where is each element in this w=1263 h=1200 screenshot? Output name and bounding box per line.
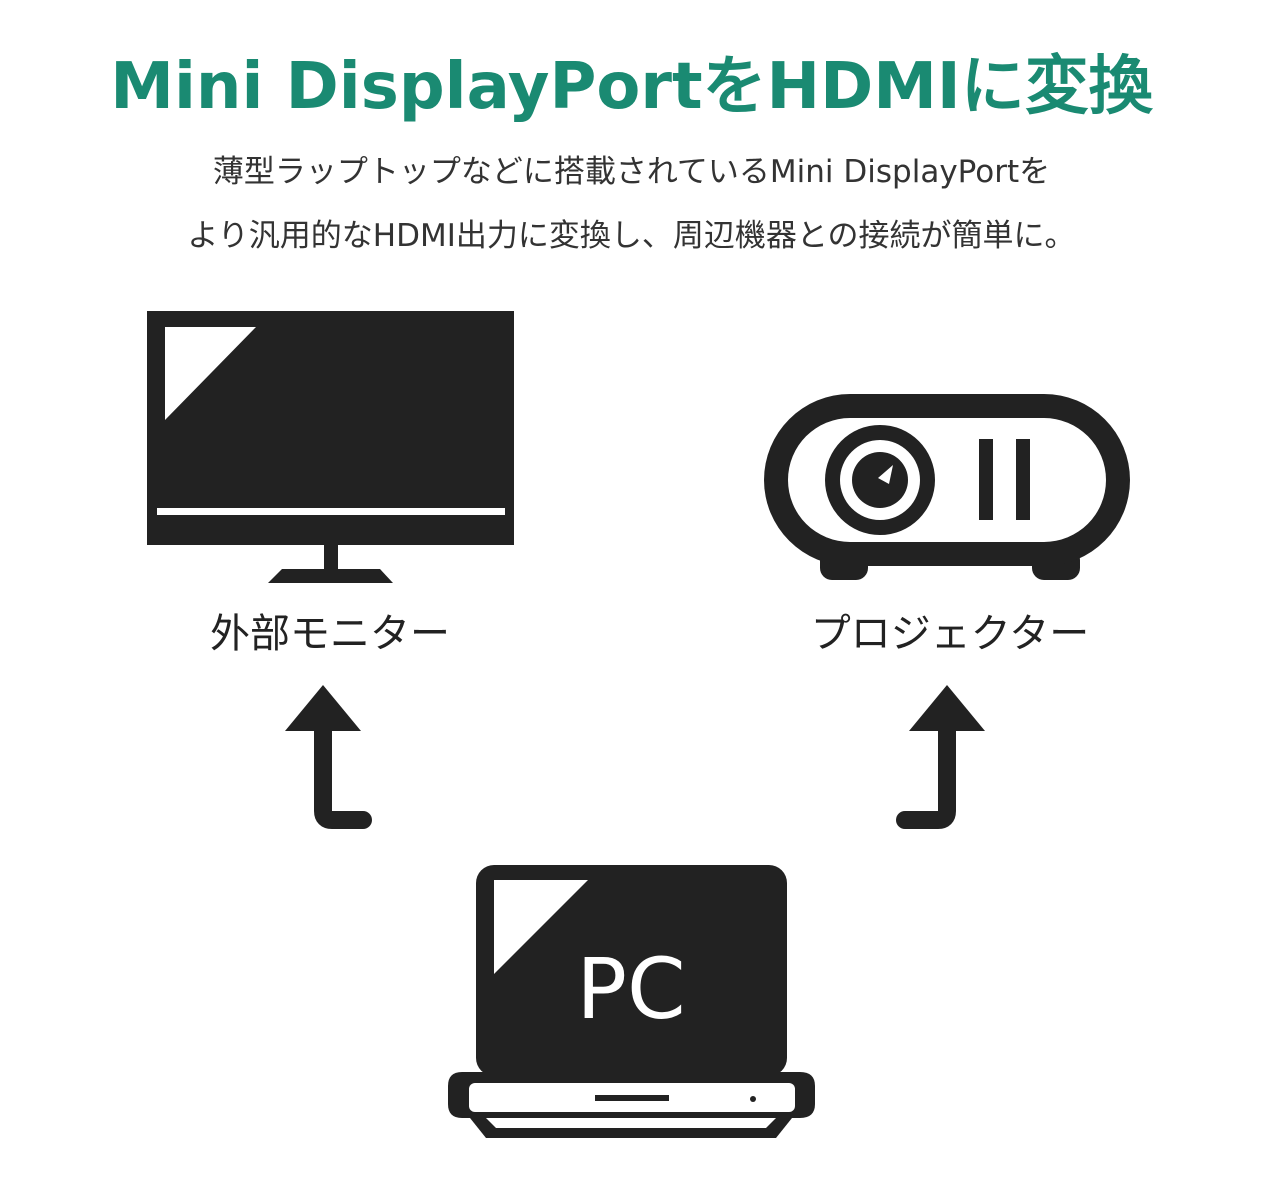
connection-diagram: PC bbox=[147, 311, 1130, 1138]
monitor-label: 外部モニター bbox=[210, 611, 450, 657]
arrow-up-icon bbox=[285, 685, 372, 829]
projector-label: プロジェクター bbox=[810, 611, 1090, 657]
laptop-icon: PC bbox=[448, 865, 815, 1138]
arrow-up-icon bbox=[896, 685, 985, 829]
pc-label: PC bbox=[576, 940, 685, 1038]
monitor-icon bbox=[147, 311, 514, 583]
projector-icon bbox=[764, 394, 1130, 580]
